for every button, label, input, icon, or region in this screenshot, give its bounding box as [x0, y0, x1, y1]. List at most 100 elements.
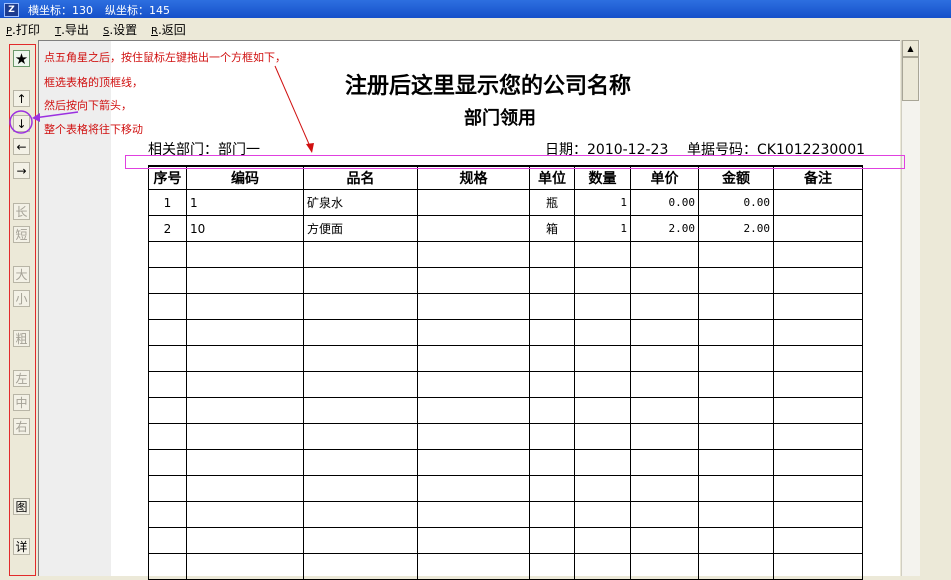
cell-empty — [529, 267, 575, 294]
enlarge-font-button[interactable]: 大 — [13, 266, 30, 283]
cell-empty — [630, 423, 699, 450]
cell-empty — [529, 319, 575, 346]
column-header-price: 单价 — [630, 165, 699, 190]
cell-empty — [417, 449, 530, 476]
cell-empty — [148, 475, 187, 502]
move-left-button[interactable]: ← — [13, 138, 30, 155]
column-header-remark: 备注 — [773, 165, 863, 190]
shorten-button[interactable]: 短 — [13, 226, 30, 243]
cell-price: 0.00 — [630, 189, 699, 216]
cell-empty — [186, 397, 304, 424]
cell-empty — [417, 241, 530, 268]
cell-empty — [773, 423, 863, 450]
cell-amount: 0.00 — [698, 189, 774, 216]
cell-empty — [773, 475, 863, 502]
cell-empty — [303, 345, 418, 372]
cell-empty — [630, 319, 699, 346]
table-row-empty — [148, 267, 863, 294]
cell-empty — [303, 501, 418, 528]
cell-empty — [417, 397, 530, 424]
cell-empty — [186, 371, 304, 398]
company-name: 注册后这里显示您的公司名称 — [345, 74, 632, 99]
cell-empty — [698, 397, 774, 424]
cell-empty — [630, 241, 699, 268]
cell-empty — [630, 267, 699, 294]
cell-spec — [417, 215, 530, 242]
cell-empty — [417, 501, 530, 528]
cell-empty — [773, 267, 863, 294]
align-center-button[interactable]: 中 — [13, 394, 30, 411]
cell-empty — [186, 449, 304, 476]
bold-button[interactable]: 粗 — [13, 330, 30, 347]
cell-empty — [574, 475, 631, 502]
scroll-thumb[interactable] — [902, 57, 919, 101]
menu-back[interactable]: R.返回 — [151, 21, 186, 38]
cell-empty — [773, 241, 863, 268]
cell-empty — [574, 397, 631, 424]
table-row-empty — [148, 423, 863, 450]
vertical-scrollbar[interactable]: ▲ — [901, 40, 920, 576]
cell-empty — [303, 475, 418, 502]
cell-empty — [630, 345, 699, 372]
detail-button[interactable]: 详 — [13, 538, 30, 555]
image-button[interactable]: 图 — [13, 498, 30, 515]
menu-print[interactable]: P.打印 — [6, 21, 40, 38]
scroll-up-arrow-icon[interactable]: ▲ — [902, 40, 919, 57]
cell-empty — [148, 527, 187, 554]
menu-bar: P.打印 T.导出 S.设置 R.返回 — [0, 18, 951, 38]
menu-back-label: .返回 — [157, 23, 186, 37]
table-row-empty — [148, 449, 863, 476]
annotation-step-1: 点五角星之后，按住鼠标左键拖出一个方框如下， — [44, 51, 286, 64]
move-right-button[interactable]: → — [13, 162, 30, 179]
align-left-button[interactable]: 左 — [13, 370, 30, 387]
table-row-empty — [148, 475, 863, 502]
y-coordinate: 纵坐标：145 — [105, 4, 170, 17]
cell-empty — [186, 501, 304, 528]
menu-export[interactable]: T.导出 — [55, 21, 89, 38]
align-right-button[interactable]: 右 — [13, 418, 30, 435]
menu-settings[interactable]: S.设置 — [103, 21, 137, 38]
cell-empty — [529, 527, 575, 554]
cell-empty — [698, 319, 774, 346]
star-select-button[interactable]: ★ — [13, 50, 30, 68]
cell-empty — [574, 241, 631, 268]
window-margin — [920, 40, 951, 576]
cell-unit: 瓶 — [529, 189, 575, 216]
cell-empty — [303, 423, 418, 450]
cell-seq: 1 — [148, 189, 187, 216]
x-coordinate: 横坐标：130 — [28, 4, 93, 17]
menu-export-label: .导出 — [61, 23, 89, 37]
cell-empty — [529, 371, 575, 398]
cell-empty — [574, 423, 631, 450]
cell-empty — [698, 267, 774, 294]
cell-empty — [529, 475, 575, 502]
title-bar: Z 横坐标：130 纵坐标：145 — [0, 0, 951, 18]
cell-price: 2.00 — [630, 215, 699, 242]
cell-empty — [148, 241, 187, 268]
cell-spec — [417, 189, 530, 216]
cell-empty — [698, 501, 774, 528]
move-up-button[interactable]: ↑ — [13, 90, 30, 107]
cell-empty — [529, 345, 575, 372]
cell-empty — [303, 527, 418, 554]
annotation-step-3: 然后按向下箭头， — [44, 99, 132, 112]
cell-code: 1 — [186, 189, 304, 216]
move-down-button[interactable]: ↓ — [13, 115, 30, 132]
cell-empty — [303, 241, 418, 268]
lengthen-button[interactable]: 长 — [13, 203, 30, 220]
cell-empty — [529, 293, 575, 320]
cell-empty — [148, 449, 187, 476]
cell-amount: 2.00 — [698, 215, 774, 242]
cell-empty — [630, 449, 699, 476]
table-row-empty — [148, 241, 863, 268]
cell-empty — [417, 293, 530, 320]
cell-empty — [303, 319, 418, 346]
menu-print-label: .打印 — [12, 23, 40, 37]
shrink-font-button[interactable]: 小 — [13, 290, 30, 307]
column-header-amount: 金额 — [698, 165, 774, 190]
cell-empty — [773, 371, 863, 398]
table-row-empty — [148, 345, 863, 372]
cell-name: 矿泉水 — [303, 189, 418, 216]
column-header-code: 编码 — [186, 165, 304, 190]
cell-empty — [698, 449, 774, 476]
